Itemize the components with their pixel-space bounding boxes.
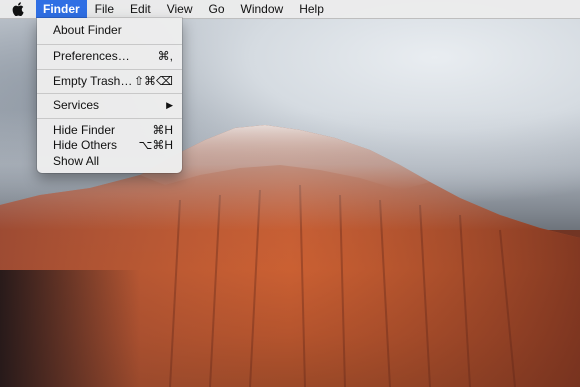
shortcut-label: ⇧⌘⌫ [133,73,173,88]
menu-window[interactable]: Window [233,0,292,18]
menu-item-label: Empty Trash… [53,73,133,88]
menu-go[interactable]: Go [201,0,233,18]
menu-item-label: Services [53,98,100,112]
menu-help[interactable]: Help [291,0,332,18]
menu-finder[interactable]: Finder [36,0,87,18]
menu-item-label: About Finder [53,23,122,37]
menu-item-label: Hide Others [53,138,118,152]
submenu-arrow-icon: ▶ [166,100,173,110]
menu-separator [37,68,182,70]
shortcut-label: ⌥⌘H [138,138,174,152]
shortcut-label: ⌘, [157,49,173,63]
menu-item-show-all[interactable]: Show All [37,154,182,170]
menu-item-about-finder[interactable]: About Finder [37,20,182,40]
menu-view[interactable]: View [159,0,201,18]
menu-item-empty-trash[interactable]: Empty Trash… ⇧⌘⌫ [37,74,182,90]
shortcut-label: ⌘H [152,122,173,137]
menu-item-preferences[interactable]: Preferences… ⌘, [37,49,182,65]
menu-item-label: Hide Finder [53,122,116,137]
menu-item-hide-finder[interactable]: Hide Finder ⌘H [37,123,182,139]
menu-edit[interactable]: Edit [122,0,159,18]
menu-separator [37,93,182,94]
menu-item-hide-others[interactable]: Hide Others ⌥⌘H [37,138,182,154]
finder-menu-dropdown: About Finder Preferences… ⌘, Empty Trash… [37,18,182,173]
menu-item-label: Show All [53,153,100,168]
menu-bar: Finder File Edit View Go Window Help [0,0,580,19]
wallpaper-shadow [0,270,140,387]
menu-separator [37,117,182,119]
menu-item-services[interactable]: Services ▶ [37,98,182,114]
menu-separator [37,44,182,45]
apple-logo-icon[interactable] [0,0,36,18]
desktop: Finder File Edit View Go Window Help Abo… [0,0,580,387]
menu-item-label: Preferences… [53,49,130,63]
menu-file[interactable]: File [87,0,122,18]
